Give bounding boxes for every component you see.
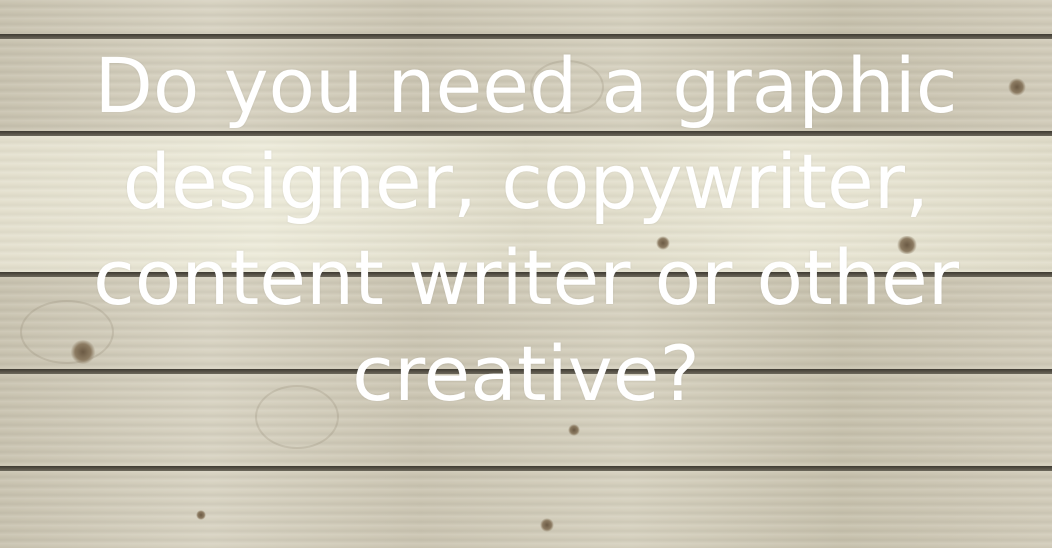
hero-headline: Do you need a graphic designer, copywrit… — [93, 41, 959, 418]
wood-plank — [0, 0, 1052, 34]
wood-knot — [540, 518, 554, 532]
wood-knot — [568, 424, 580, 436]
wood-knot — [196, 510, 206, 520]
hero-banner: Do you need a graphic designer, copywrit… — [0, 0, 1052, 548]
wood-plank — [0, 471, 1052, 548]
